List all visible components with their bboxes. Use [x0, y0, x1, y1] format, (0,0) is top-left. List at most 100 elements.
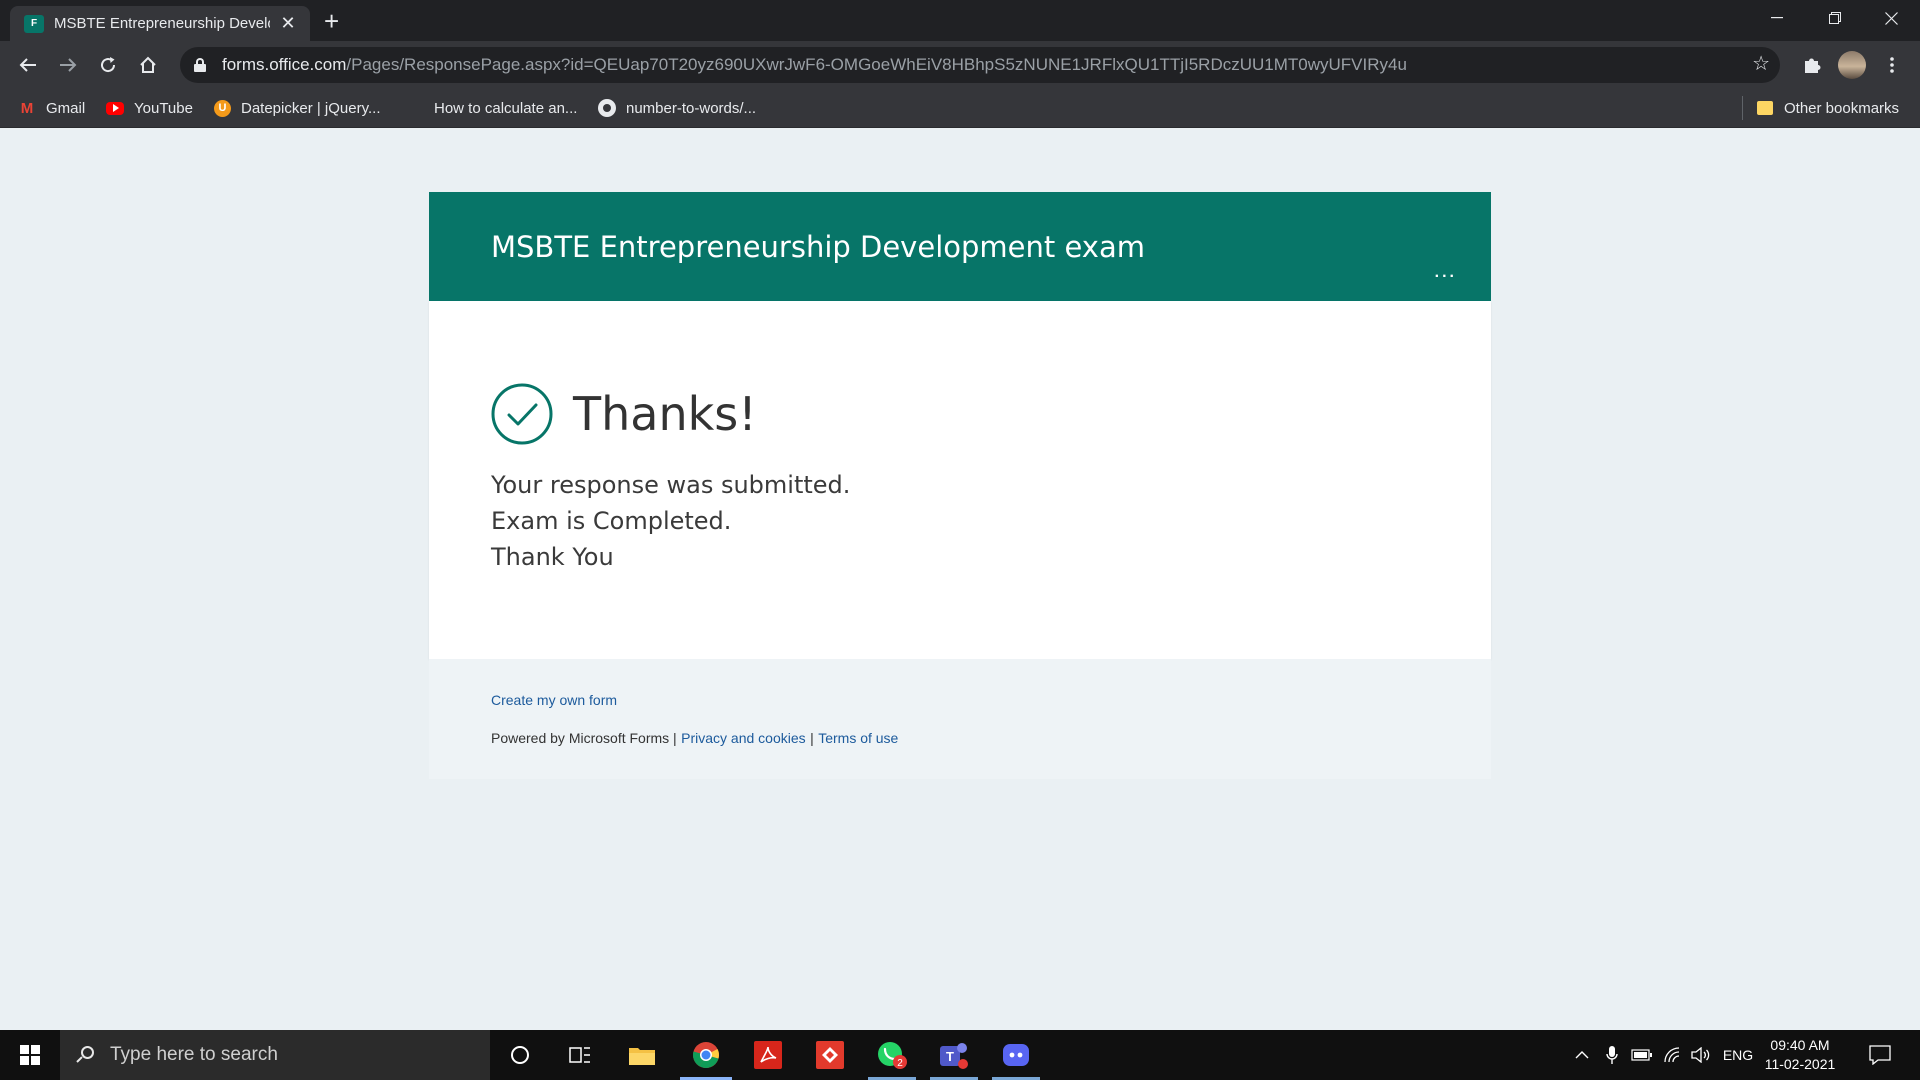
address-bar[interactable]: forms.office.com/Pages/ResponsePage.aspx…: [180, 47, 1780, 83]
svg-text:T: T: [946, 1049, 954, 1064]
action-center-button[interactable]: [1860, 1030, 1900, 1080]
teams-icon: T: [940, 1043, 968, 1069]
anydesk-icon: [816, 1041, 844, 1069]
battery-tray-icon[interactable]: [1630, 1030, 1654, 1080]
back-button[interactable]: [12, 49, 44, 81]
browser-toolbar: forms.office.com/Pages/ResponsePage.aspx…: [0, 41, 1920, 88]
discord-app[interactable]: [986, 1030, 1046, 1080]
browser-tab[interactable]: F MSBTE Entrepreneurship Develop ✕: [10, 6, 310, 41]
discord-icon: [1003, 1044, 1029, 1066]
reload-button[interactable]: [92, 49, 124, 81]
battery-icon: [1631, 1049, 1652, 1061]
bookmark-calculate[interactable]: How to calculate an...: [406, 88, 577, 128]
clock-time: 09:40 AM: [1770, 1037, 1830, 1053]
url-host: forms.office.com: [222, 55, 347, 74]
browser-tab-bar: F MSBTE Entrepreneurship Develop ✕ +: [0, 0, 1920, 41]
reload-icon: [101, 57, 116, 73]
volume-tray-icon[interactable]: [1688, 1030, 1714, 1080]
datepicker-icon: U: [214, 99, 231, 117]
new-tab-button[interactable]: +: [324, 6, 339, 36]
bookmark-label: Gmail: [46, 99, 86, 117]
bookmark-youtube[interactable]: YouTube: [106, 88, 193, 128]
bookmarks-divider: [1742, 96, 1743, 120]
start-button[interactable]: [0, 1030, 60, 1080]
close-tab-icon[interactable]: ✕: [278, 13, 298, 34]
privacy-cookies-link[interactable]: Privacy and cookies: [681, 730, 806, 746]
puzzle-icon: [1805, 58, 1821, 73]
browser-menu-button[interactable]: [1876, 49, 1908, 81]
powered-by-text: Powered by Microsoft Forms |: [491, 730, 677, 746]
chevron-up-icon: [1575, 1051, 1589, 1059]
anydesk-app[interactable]: [800, 1030, 860, 1080]
speaker-icon: [1691, 1047, 1710, 1063]
windows-logo-icon: [20, 1045, 40, 1065]
form-confirmation: Thanks! Your response was submitted. Exa…: [429, 301, 1491, 659]
response-submitted-text: Your response was submitted.: [491, 471, 851, 499]
forward-arrow-icon: [60, 58, 77, 72]
bookmark-label: Datepicker | jQuery...: [241, 99, 381, 117]
bookmark-number-to-words[interactable]: number-to-words/...: [598, 88, 756, 128]
minimize-icon: [1771, 17, 1783, 19]
forms-favicon-icon: F: [24, 14, 44, 33]
restore-icon: [1829, 12, 1841, 24]
folder-icon: [1756, 100, 1774, 116]
form-response-card: MSBTE Entrepreneurship Development exam …: [429, 192, 1491, 779]
file-explorer-app[interactable]: [612, 1030, 672, 1080]
close-window-button[interactable]: [1862, 0, 1920, 36]
minimize-window-button[interactable]: [1748, 0, 1806, 36]
chrome-app[interactable]: [676, 1030, 736, 1080]
taskbar-search-box[interactable]: Type here to search: [60, 1030, 490, 1080]
cortana-button[interactable]: [490, 1030, 550, 1080]
form-title: MSBTE Entrepreneurship Development exam: [491, 230, 1145, 264]
home-icon: [140, 56, 156, 73]
acrobat-app[interactable]: [738, 1030, 798, 1080]
input-language-indicator[interactable]: ENG: [1718, 1030, 1758, 1080]
profile-avatar[interactable]: [1838, 51, 1866, 79]
acrobat-icon: [754, 1041, 782, 1069]
checkmark-circle-icon: [491, 383, 553, 445]
bookmark-star-icon[interactable]: ☆: [1752, 51, 1770, 76]
restore-window-button[interactable]: [1806, 0, 1864, 36]
show-hidden-icons-button[interactable]: [1570, 1030, 1594, 1080]
bookmark-gmail[interactable]: M Gmail: [18, 88, 85, 128]
gmail-icon: M: [20, 99, 34, 117]
extensions-button[interactable]: [1796, 49, 1828, 81]
whatsapp-icon: 2: [878, 1042, 907, 1069]
other-bookmarks-folder[interactable]: Other bookmarks: [1756, 88, 1899, 128]
bookmarks-bar: M Gmail YouTube U Datepicker | jQuery...…: [0, 88, 1920, 128]
wifi-icon: [1664, 1047, 1680, 1063]
microsoft-icon: [406, 99, 424, 117]
task-view-button[interactable]: [550, 1030, 610, 1080]
forward-button[interactable]: [52, 49, 84, 81]
notification-icon: [1869, 1045, 1891, 1065]
form-header: MSBTE Entrepreneurship Development exam …: [429, 192, 1491, 301]
kebab-menu-icon: [1890, 57, 1894, 73]
windows-taskbar: Type here to search 2 T ENG 09:40 AM 11-…: [0, 1030, 1920, 1080]
terms-of-use-link[interactable]: Terms of use: [818, 730, 898, 746]
bookmark-label: YouTube: [134, 99, 193, 117]
page-viewport: MSBTE Entrepreneurship Development exam …: [0, 129, 1920, 1030]
search-placeholder: Type here to search: [110, 1044, 278, 1065]
chrome-icon: [693, 1042, 719, 1069]
network-tray-icon[interactable]: [1660, 1030, 1684, 1080]
more-options-button[interactable]: ...: [1435, 265, 1457, 281]
bookmark-datepicker[interactable]: U Datepicker | jQuery...: [214, 88, 381, 128]
url-path: /Pages/ResponsePage.aspx?id=QEUap70T20yz…: [346, 55, 1407, 74]
teams-app[interactable]: T: [924, 1030, 984, 1080]
bookmark-label: How to calculate an...: [434, 99, 578, 117]
lock-icon[interactable]: [194, 58, 206, 72]
folder-icon: [629, 1048, 655, 1065]
home-button[interactable]: [132, 49, 164, 81]
whatsapp-app[interactable]: 2: [862, 1030, 922, 1080]
microphone-icon: [1606, 1046, 1618, 1064]
taskbar-clock[interactable]: 09:40 AM 11-02-2021: [1762, 1036, 1838, 1074]
bookmark-label: number-to-words/...: [626, 99, 757, 117]
form-footer: Create my own form Powered by Microsoft …: [429, 659, 1491, 779]
microphone-tray-icon[interactable]: [1600, 1030, 1624, 1080]
exam-completed-text: Exam is Completed.: [491, 507, 732, 535]
cortana-icon: [511, 1046, 529, 1064]
footer-separator: |: [810, 730, 814, 746]
create-form-link[interactable]: Create my own form: [491, 692, 617, 708]
thank-you-text: Thank You: [491, 543, 614, 571]
back-arrow-icon: [19, 58, 36, 72]
